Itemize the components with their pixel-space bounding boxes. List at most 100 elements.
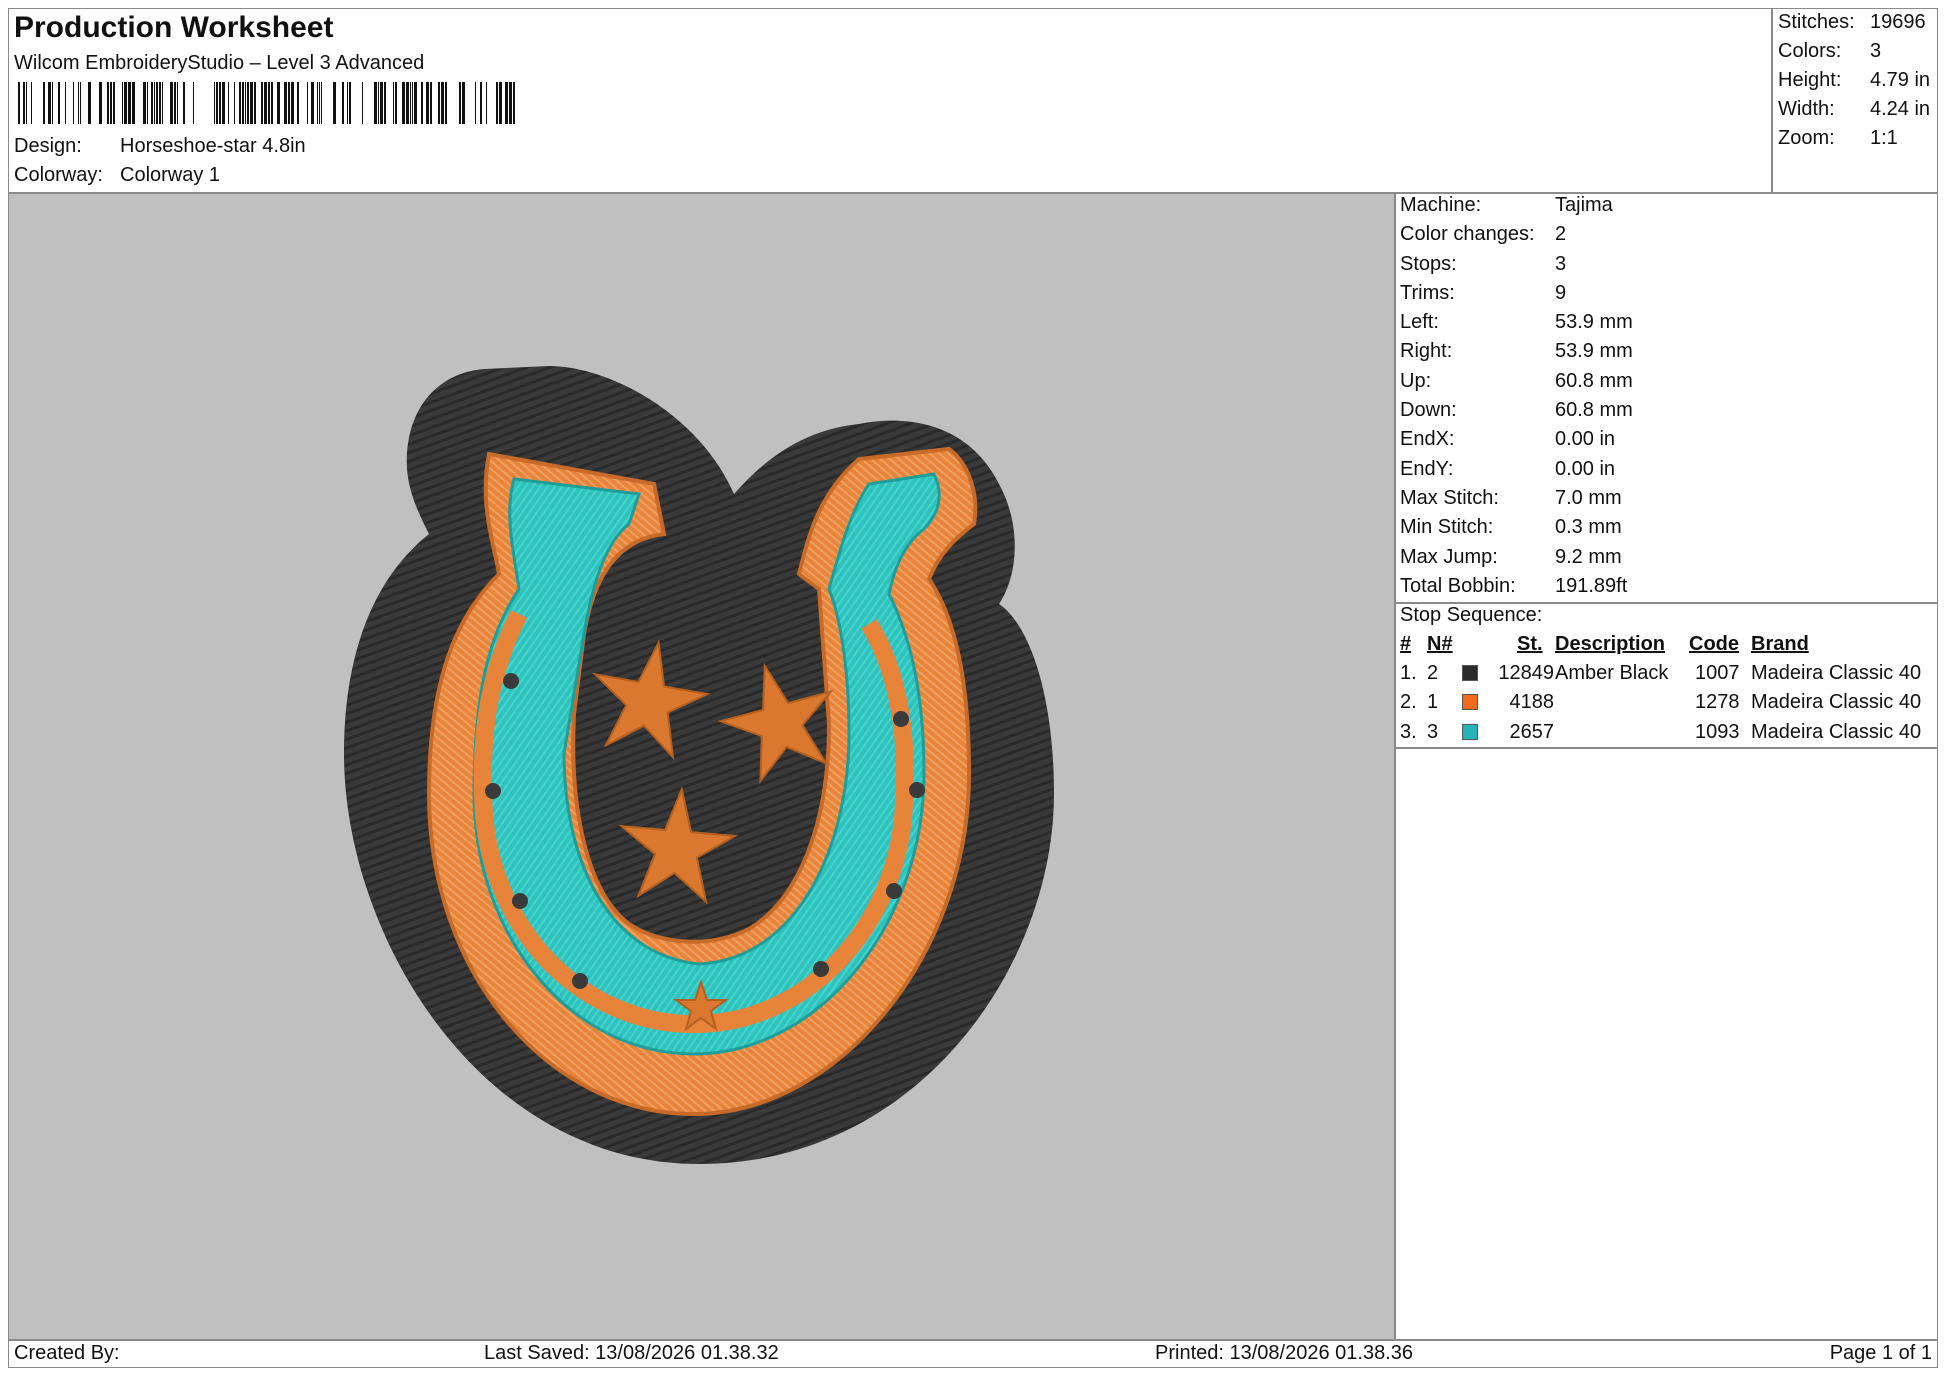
row-code: 1278 <box>1695 691 1740 714</box>
info-label: Stops: <box>1400 252 1457 275</box>
info-value: 9 <box>1555 281 1567 304</box>
info-value: 2 <box>1555 223 1567 246</box>
info-row-up: Up: 60.8 mm <box>1400 367 1920 396</box>
row-needle: 2 <box>1427 662 1439 684</box>
stop-sequence-header: # N# St. Description Code Brand <box>1400 630 1936 659</box>
info-row-stops: Stops: 3 <box>1400 250 1920 279</box>
summary-row-zoom: Zoom: 1:1 <box>1778 124 1938 153</box>
col-header-needle: N# <box>1427 633 1453 655</box>
info-label: Left: <box>1400 311 1439 334</box>
info-value: 53.9 mm <box>1555 340 1633 363</box>
summary-value: 4.79 in <box>1870 69 1931 91</box>
design-row: Design: Horseshoe-star 4.8in <box>14 132 514 161</box>
row-description: Amber Black <box>1555 662 1669 684</box>
row-code: 1093 <box>1695 720 1740 743</box>
notes-panel <box>1395 748 1938 1340</box>
summary-list: Stitches: 19696 Colors: 3 Height: 4.79 i… <box>1778 8 1938 153</box>
summary-value: 4.24 in <box>1870 98 1931 120</box>
row-brand: Madeira Classic 40 <box>1751 662 1922 684</box>
info-value: 0.00 in <box>1555 428 1616 451</box>
summary-value: 3 <box>1870 40 1882 62</box>
info-label: Down: <box>1400 399 1457 422</box>
info-value: 0.00 in <box>1555 457 1616 480</box>
row-num: 2. <box>1400 691 1417 714</box>
stop-sequence-rows: 1. 2 12849 Amber Black 1007 Madeira Clas… <box>1400 659 1936 747</box>
col-header-code: Code <box>1689 633 1739 655</box>
color-swatch <box>1462 723 1478 740</box>
summary-label: Stitches: <box>1778 11 1855 33</box>
info-row-min-stitch: Min Stitch: 0.3 mm <box>1400 513 1920 542</box>
machine-info-list: Machine: Tajima Color changes: 2 Stops: 3 T… <box>1400 191 1920 601</box>
horseshoe-star-design <box>344 366 1054 1164</box>
info-value: 0.3 mm <box>1555 516 1622 539</box>
software-name: Wilcom EmbroideryStudio – Level 3 Advanc… <box>14 52 425 74</box>
row-needle: 3 <box>1427 720 1439 743</box>
info-row-total-bobbin: Total Bobbin: 191.89ft <box>1400 572 1920 601</box>
design-value: Horseshoe-star 4.8in <box>120 135 306 157</box>
col-header-description: Description <box>1555 633 1666 655</box>
barcode <box>18 82 515 124</box>
info-label: Max Jump: <box>1400 545 1498 568</box>
row-brand: Madeira Classic 40 <box>1751 691 1922 714</box>
colorway-row: Colorway: Colorway 1 <box>14 161 514 190</box>
info-label: Max Stitch: <box>1400 486 1499 509</box>
col-header-brand: Brand <box>1751 633 1809 655</box>
footer-created-by: Created By: <box>14 1342 120 1364</box>
info-value: 9.2 mm <box>1555 545 1622 568</box>
row-stitches: 4188 <box>1509 691 1555 714</box>
table-row: 1. 2 12849 Amber Black 1007 Madeira Clas… <box>1400 659 1936 688</box>
info-label: Trims: <box>1400 281 1455 304</box>
page-title: Production Worksheet <box>14 11 334 44</box>
info-label: Total Bobbin: <box>1400 574 1516 597</box>
footer-printed: Printed: 13/08/2026 01.38.36 <box>1155 1342 1413 1364</box>
info-label: Up: <box>1400 369 1432 392</box>
summary-label: Zoom: <box>1778 127 1835 149</box>
info-value: 60.8 mm <box>1555 369 1633 392</box>
info-value: 53.9 mm <box>1555 311 1633 334</box>
info-label: Right: <box>1400 340 1453 363</box>
stop-sequence-title: Stop Sequence: <box>1400 604 1543 626</box>
summary-row-height: Height: 4.79 in <box>1778 66 1938 95</box>
footer-last-saved: Last Saved: 13/08/2026 01.38.32 <box>484 1342 779 1364</box>
summary-value: 1:1 <box>1870 127 1898 149</box>
info-row-trims: Trims: 9 <box>1400 279 1920 308</box>
colorway-value: Colorway 1 <box>120 164 221 186</box>
info-label: EndY: <box>1400 457 1454 480</box>
table-row: 3. 3 2657 1093 Madeira Classic 40 <box>1400 718 1936 747</box>
info-label: EndX: <box>1400 428 1455 451</box>
row-num: 1. <box>1400 662 1417 684</box>
footer-page-number: Page 1 of 1 <box>1829 1342 1932 1364</box>
info-row-endx: EndX: 0.00 in <box>1400 425 1920 454</box>
summary-label: Colors: <box>1778 40 1842 62</box>
color-swatch <box>1462 665 1478 681</box>
info-row-down: Down: 60.8 mm <box>1400 396 1920 425</box>
summary-label: Height: <box>1778 69 1842 91</box>
summary-row-stitches: Stitches: 19696 <box>1778 8 1938 37</box>
info-row-machine: Machine: Tajima <box>1400 191 1920 220</box>
summary-row-colors: Colors: 3 <box>1778 37 1938 66</box>
table-row: 2. 1 4188 1278 Madeira Classic 40 <box>1400 688 1936 717</box>
info-value: 191.89ft <box>1555 574 1628 597</box>
info-value: 60.8 mm <box>1555 399 1633 422</box>
summary-row-width: Width: 4.24 in <box>1778 95 1938 124</box>
info-row-color-changes: Color changes: 2 <box>1400 220 1920 249</box>
footer-panel <box>8 1340 1938 1368</box>
info-value: 7.0 mm <box>1555 486 1622 509</box>
info-row-left: Left: 53.9 mm <box>1400 308 1920 337</box>
row-brand: Madeira Classic 40 <box>1751 720 1922 743</box>
row-num: 3. <box>1400 720 1417 743</box>
summary-label: Width: <box>1778 98 1835 120</box>
info-value: Tajima <box>1555 194 1613 216</box>
row-code: 1007 <box>1695 662 1740 684</box>
info-row-max-stitch: Max Stitch: 7.0 mm <box>1400 484 1920 513</box>
info-row-max-jump: Max Jump: 9.2 mm <box>1400 543 1920 572</box>
col-header-num: # <box>1400 633 1412 655</box>
info-value: 3 <box>1555 252 1567 275</box>
row-needle: 1 <box>1427 691 1439 714</box>
info-row-endy: EndY: 0.00 in <box>1400 455 1920 484</box>
info-row-right: Right: 53.9 mm <box>1400 337 1920 366</box>
summary-value: 19696 <box>1870 11 1926 33</box>
row-stitches: 2657 <box>1509 720 1555 743</box>
design-label: Design: <box>14 135 82 157</box>
info-label: Color changes: <box>1400 223 1535 246</box>
